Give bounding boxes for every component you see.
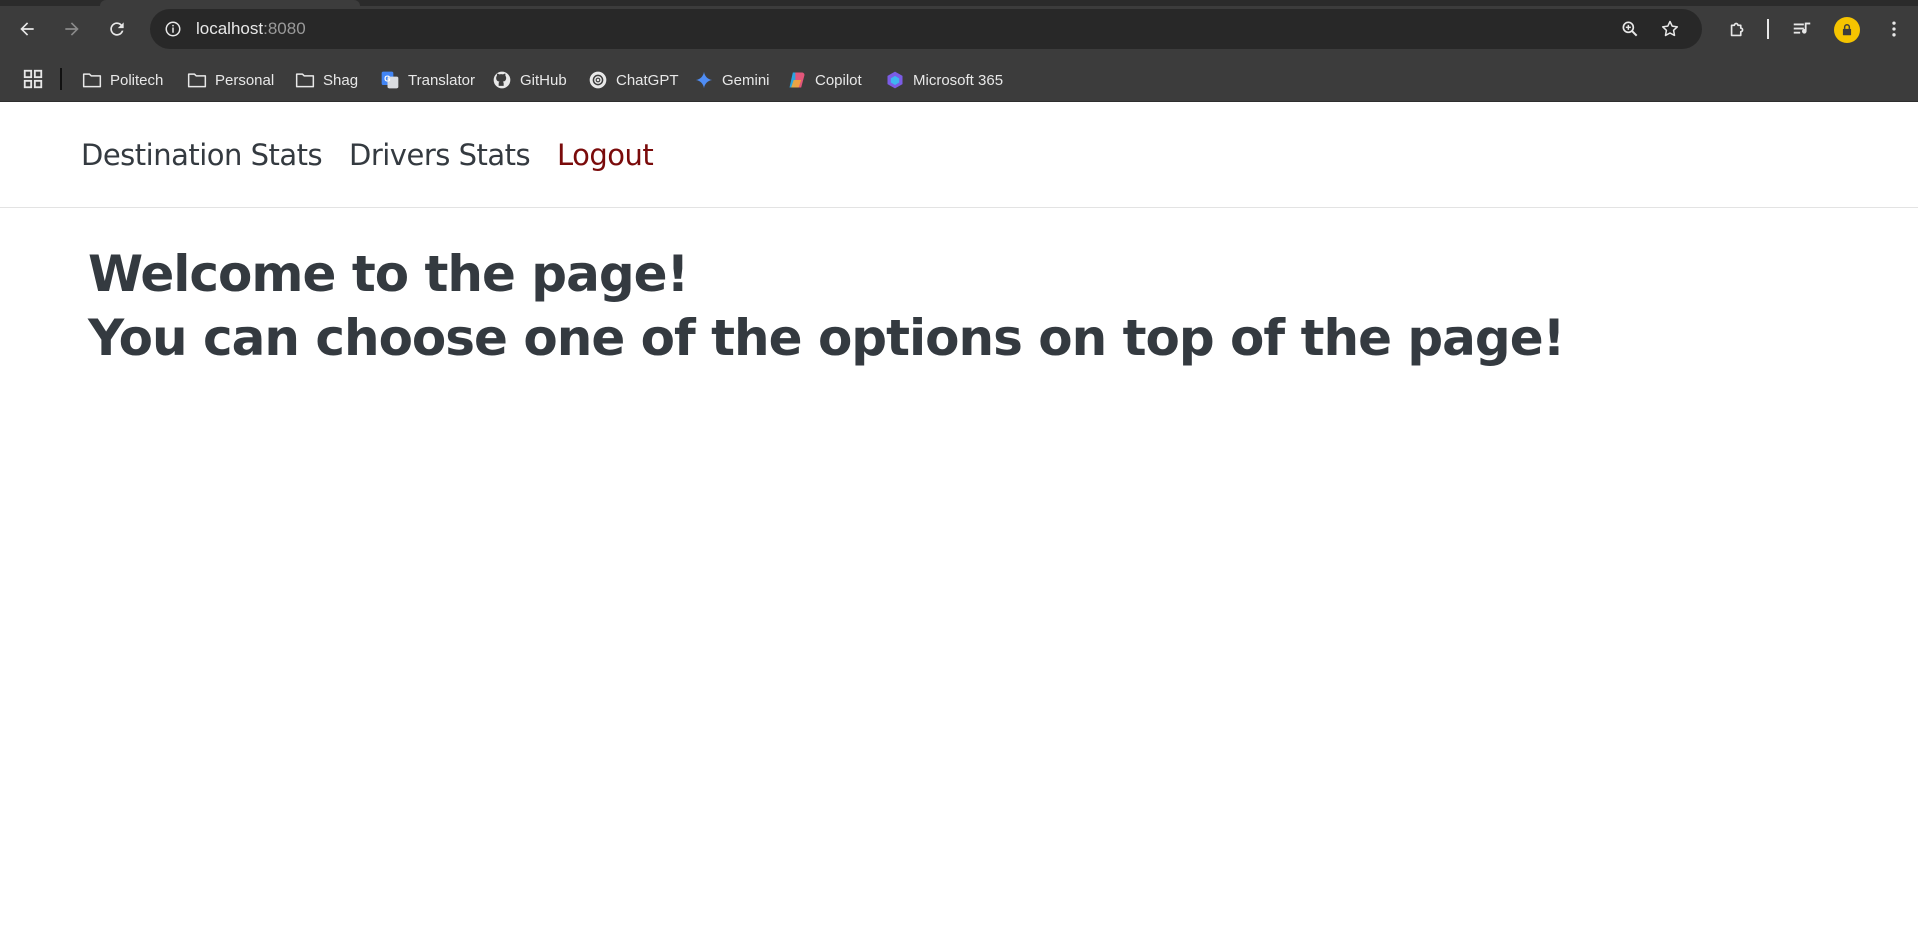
bookmarks-bar: Politech Personal Shag G Translator GitH…	[0, 58, 1918, 102]
lock-icon	[1842, 24, 1852, 36]
nav-drivers-stats-link[interactable]: Drivers Stats	[349, 138, 531, 172]
site-navbar: Destination Stats Drivers Stats Logout	[0, 102, 1918, 208]
bookmark-label: GitHub	[520, 71, 567, 89]
toolbar-separator	[1767, 19, 1769, 39]
svg-text:G: G	[384, 74, 390, 84]
bookmark-copilot[interactable]: Copilot	[781, 66, 868, 94]
page-content: Destination Stats Drivers Stats Logout W…	[0, 102, 1918, 952]
playlist-icon	[1793, 22, 1811, 34]
nav-destination-stats-link[interactable]: Destination Stats	[81, 138, 323, 172]
welcome-heading: Welcome to the page! You can choose one …	[88, 242, 1565, 370]
reload-button[interactable]	[100, 12, 134, 46]
back-button[interactable]	[10, 12, 44, 46]
active-tab[interactable]	[100, 0, 360, 6]
bookmark-microsoft-365[interactable]: Microsoft 365	[879, 66, 1009, 94]
menu-button[interactable]	[1877, 12, 1911, 46]
url-host: localhost	[196, 19, 264, 38]
bookmark-gemini[interactable]: Gemini	[688, 66, 776, 94]
bookmark-politech[interactable]: Politech	[76, 66, 169, 94]
address-bar[interactable]: localhost:8080	[150, 9, 1702, 49]
bookmark-label: Shag	[323, 71, 359, 89]
bookmark-label: Translator	[408, 71, 475, 89]
puzzle-icon	[1730, 22, 1744, 37]
reload-icon	[110, 22, 124, 36]
github-icon	[492, 70, 512, 90]
bookmark-chatgpt[interactable]: ChatGPT	[582, 66, 685, 94]
welcome-line-1: Welcome to the page!	[88, 245, 689, 303]
zoom-icon[interactable]	[1618, 17, 1642, 41]
folder-icon	[295, 70, 315, 90]
forward-arrow-icon	[65, 22, 79, 36]
kebab-menu-icon	[1892, 21, 1896, 37]
bookmark-label: Gemini	[722, 71, 770, 89]
bookmark-label: Copilot	[815, 71, 862, 89]
translate-icon: G	[380, 70, 400, 90]
apps-grid-icon[interactable]	[22, 68, 44, 90]
bookmark-github[interactable]: GitHub	[486, 66, 573, 94]
gemini-icon	[694, 70, 714, 90]
media-controls-button[interactable]	[1785, 12, 1819, 46]
bookmark-shag[interactable]: Shag	[289, 66, 364, 94]
copilot-icon	[787, 70, 807, 90]
bookmark-label: Microsoft 365	[913, 71, 1004, 89]
bookmark-label: Politech	[110, 71, 164, 89]
bookmarks-separator	[60, 68, 62, 90]
chatgpt-icon	[588, 70, 608, 90]
folder-icon	[187, 70, 207, 90]
bookmark-translator[interactable]: G Translator	[374, 66, 481, 94]
bookmark-label: ChatGPT	[616, 71, 679, 89]
bookmark-personal[interactable]: Personal	[181, 66, 280, 94]
browser-toolbar: localhost:8080	[0, 0, 1918, 58]
forward-button[interactable]	[55, 12, 89, 46]
extensions-button[interactable]	[1721, 12, 1755, 46]
site-info-icon[interactable]	[160, 16, 186, 42]
url-port: :8080	[263, 19, 306, 38]
bookmark-star-icon[interactable]	[1658, 17, 1682, 41]
tab-strip	[0, 0, 1918, 6]
profile-avatar[interactable]	[1834, 17, 1860, 43]
nav-logout-link[interactable]: Logout	[557, 138, 654, 172]
welcome-line-2: You can choose one of the options on top…	[88, 309, 1565, 367]
url-text[interactable]: localhost:8080	[196, 19, 306, 39]
folder-icon	[82, 70, 102, 90]
bookmark-label: Personal	[215, 71, 275, 89]
microsoft365-icon	[885, 70, 905, 90]
back-arrow-icon	[20, 22, 34, 36]
